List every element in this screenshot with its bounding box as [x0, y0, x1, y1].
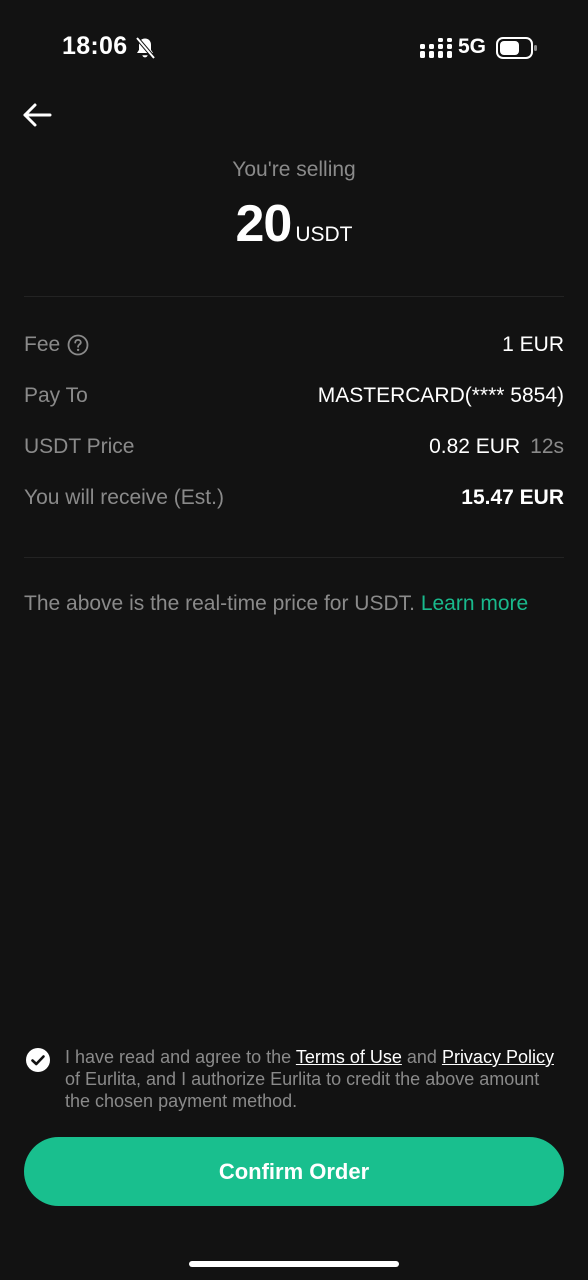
back-button[interactable]	[20, 98, 56, 132]
selling-amount: 20 USDT	[0, 194, 588, 254]
agreement-suffix: of Eurlita, and I authorize Eurlita to c…	[65, 1069, 540, 1111]
agreement-text: I have read and agree to the Terms of Us…	[65, 1046, 555, 1112]
pay-to-row: Pay To MASTERCARD(**** 5854)	[24, 384, 564, 418]
receive-row: You will receive (Est.) 15.47 EUR	[24, 486, 564, 520]
fee-row: Fee 1 EUR	[24, 333, 564, 367]
signal-icon	[420, 38, 452, 58]
divider	[24, 557, 564, 558]
price-note-text: The above is the real-time price for USD…	[24, 592, 415, 615]
price-note: The above is the real-time price for USD…	[24, 592, 528, 616]
status-time: 18:06	[62, 32, 128, 60]
arrow-left-icon	[23, 103, 52, 127]
usdt-price-label: USDT Price	[24, 435, 135, 458]
battery-icon	[496, 37, 537, 59]
home-indicator[interactable]	[189, 1261, 399, 1267]
fee-value: 1 EUR	[502, 333, 564, 356]
question-circle-icon[interactable]	[67, 334, 89, 356]
divider	[24, 296, 564, 297]
fee-label-wrap: Fee	[24, 333, 89, 357]
usdt-price-value: 0.82 EUR	[429, 435, 521, 458]
usdt-price-row: USDT Price 0.82 EUR 12s	[24, 435, 564, 469]
terms-of-use-link[interactable]: Terms of Use	[296, 1047, 402, 1067]
learn-more-link[interactable]: Learn more	[421, 592, 528, 615]
agreement-prefix: I have read and agree to the	[65, 1047, 296, 1067]
status-bar: 18:06 5G	[0, 0, 588, 96]
pay-to-label: Pay To	[24, 384, 88, 407]
pay-to-value: MASTERCARD(**** 5854)	[317, 384, 564, 407]
confirm-order-button[interactable]: Confirm Order	[24, 1137, 564, 1206]
amount-value: 20	[235, 195, 292, 253]
amount-unit: USDT	[295, 223, 353, 246]
checkmark-circle-icon[interactable]	[26, 1048, 50, 1072]
agreement-middle: and	[401, 1047, 442, 1067]
usdt-price-value-wrap: 0.82 EUR 12s	[429, 435, 564, 459]
privacy-policy-link[interactable]: Privacy Policy	[442, 1047, 554, 1067]
receive-label: You will receive (Est.)	[24, 486, 224, 509]
bell-muted-icon	[135, 36, 156, 60]
receive-value: 15.47 EUR	[461, 486, 564, 509]
fee-label: Fee	[24, 333, 61, 356]
selling-caption: You're selling	[232, 158, 356, 181]
price-timer: 12s	[530, 435, 564, 458]
network-label: 5G	[458, 35, 487, 58]
